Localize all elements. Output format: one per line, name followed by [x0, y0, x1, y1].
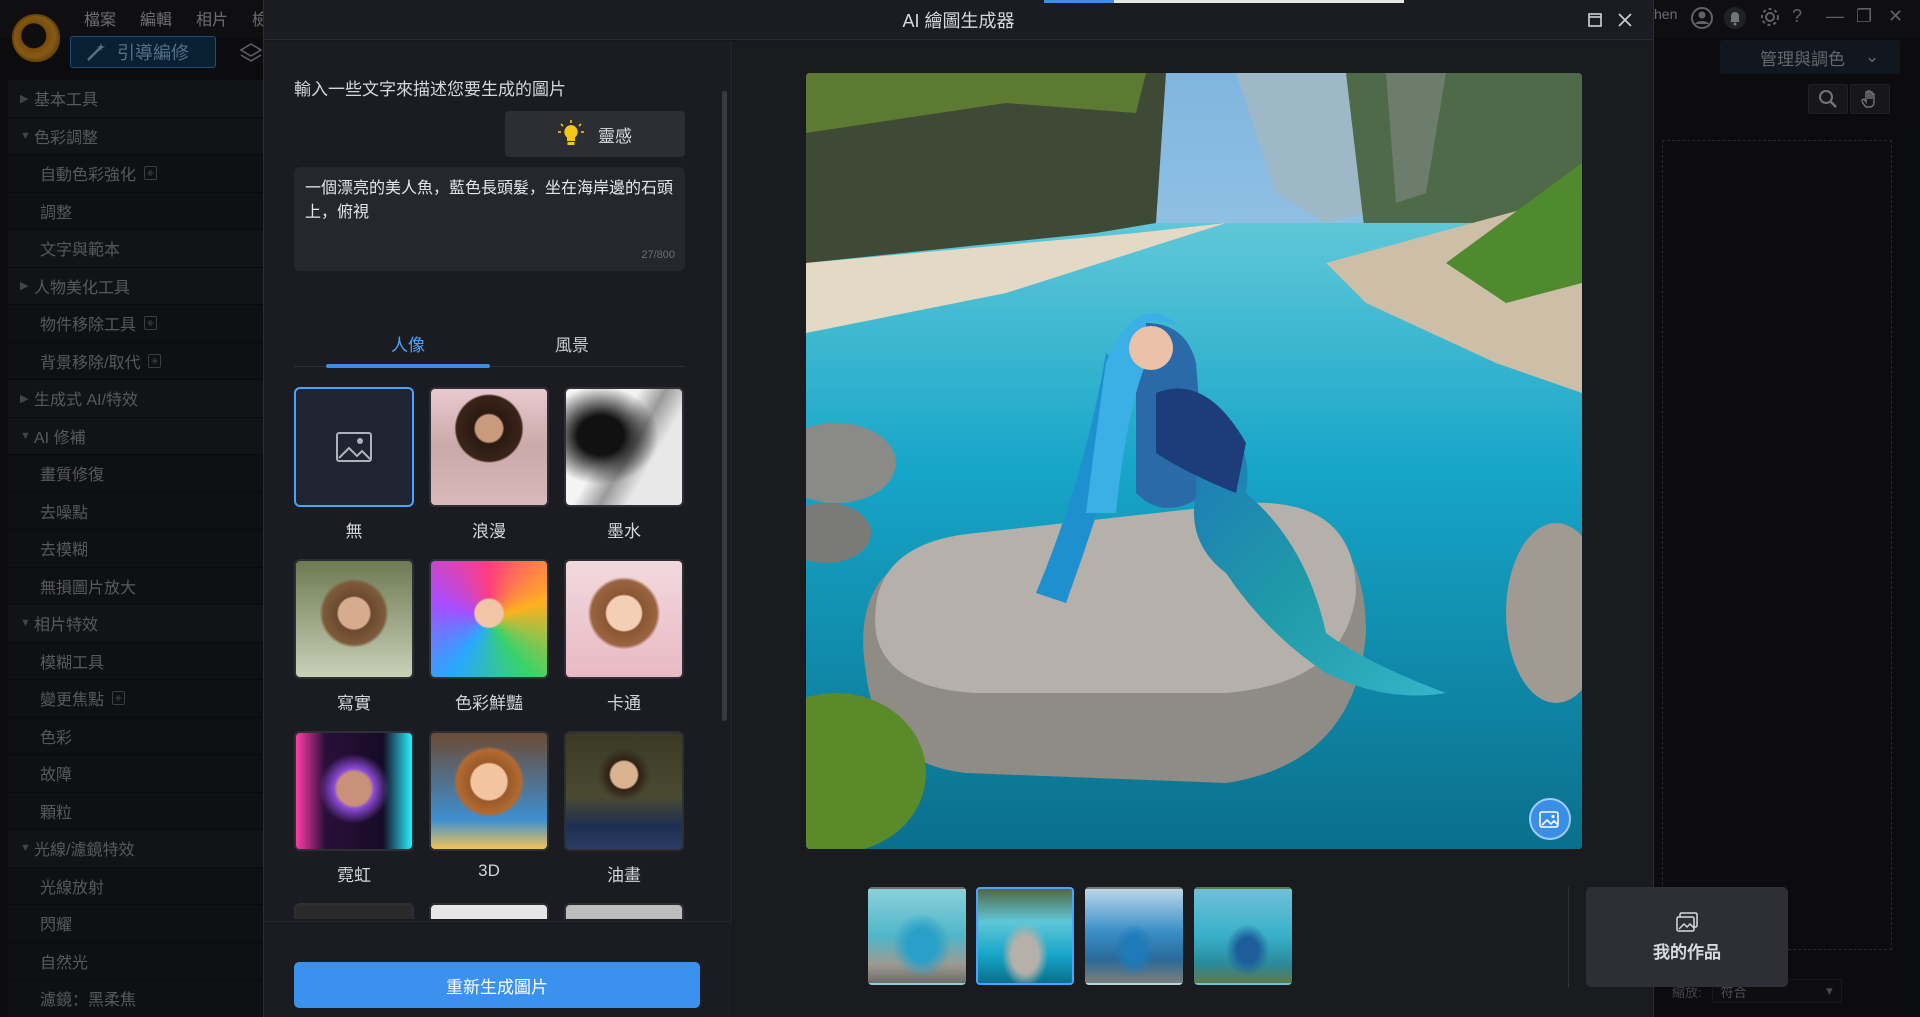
close-icon — [1618, 13, 1632, 27]
result-thumb-3[interactable] — [1085, 887, 1183, 985]
tab-portrait[interactable]: 人像 — [326, 319, 490, 368]
style-oil-painting[interactable]: 油畫 — [564, 731, 684, 886]
result-thumb-2[interactable] — [976, 887, 1074, 985]
regenerate-button[interactable]: 重新生成圖片 — [294, 962, 700, 1008]
style-cartoon[interactable]: 卡通 — [564, 559, 684, 714]
style-vivid[interactable]: 色彩鮮豔 — [429, 559, 549, 714]
inspiration-label: 靈感 — [598, 126, 632, 146]
image-options-button[interactable] — [1529, 798, 1571, 840]
style-label: 色彩鮮豔 — [455, 694, 523, 713]
style-grid: 無 浪漫 墨水 寫實 色彩鮮豔 卡通 霓虹 3D 油畫 — [294, 387, 690, 919]
style-none[interactable]: 無 — [294, 387, 414, 542]
prompt-label: 輸入一些文字來描述您要生成的圖片 — [294, 80, 566, 99]
style-more-2[interactable] — [429, 903, 549, 919]
inspiration-button[interactable]: 靈感 — [505, 111, 685, 157]
style-label: 寫實 — [337, 694, 371, 713]
lightbulb-icon — [558, 120, 584, 145]
dialog-title: AI 繪圖生成器 — [264, 0, 1653, 40]
maximize-button[interactable] — [1584, 9, 1606, 31]
style-category-tabs: 人像 風景 — [294, 319, 685, 368]
prompt-text: 一個漂亮的美人魚，藍色長頭髮，坐在海岸邊的石頭上，俯視 — [305, 180, 674, 221]
result-thumb-4[interactable] — [1194, 887, 1292, 985]
thumb-divider — [1568, 887, 1569, 987]
style-label: 3D — [478, 861, 500, 880]
mermaid-scene — [806, 73, 1582, 849]
result-thumb-1[interactable] — [868, 887, 966, 985]
style-more-1[interactable] — [294, 903, 414, 919]
style-label: 浪漫 — [472, 522, 506, 541]
image-placeholder-icon — [336, 432, 372, 462]
style-vivid-thumb — [429, 559, 549, 679]
style-scrollbar[interactable] — [722, 91, 727, 721]
loading-indicator — [1044, 0, 1404, 3]
generated-image — [806, 73, 1582, 849]
style-none-thumb — [294, 387, 414, 507]
style-more-thumb — [564, 903, 684, 919]
style-label: 油畫 — [607, 866, 641, 885]
style-neon-thumb — [294, 731, 414, 851]
style-3d[interactable]: 3D — [429, 731, 549, 881]
image-icon — [1539, 811, 1559, 828]
style-neon[interactable]: 霓虹 — [294, 731, 414, 886]
regenerate-footer: 重新生成圖片 — [264, 921, 732, 1017]
style-romantic-thumb — [429, 387, 549, 507]
style-cartoon-thumb — [564, 559, 684, 679]
tab-landscape[interactable]: 風景 — [490, 319, 654, 367]
style-label: 無 — [345, 522, 363, 541]
style-ink-thumb — [564, 387, 684, 507]
gallery-icon — [1676, 911, 1698, 932]
dialog-close-button[interactable] — [1614, 9, 1636, 31]
style-3d-thumb — [429, 731, 549, 851]
result-panel: 我的作品 — [733, 41, 1788, 1017]
my-works-label: 我的作品 — [1653, 942, 1721, 962]
style-label: 卡通 — [607, 694, 641, 713]
char-count: 27/800 — [641, 249, 675, 261]
style-oil-painting-thumb — [564, 731, 684, 851]
prompt-panel: 輸入一些文字來描述您要生成的圖片 靈感 一個漂亮的美人魚，藍色長頭髮，坐在海岸邊… — [264, 41, 732, 1017]
style-label: 霓虹 — [337, 866, 371, 885]
style-romantic[interactable]: 浪漫 — [429, 387, 549, 542]
style-ink[interactable]: 墨水 — [564, 387, 684, 542]
maximize-icon — [1588, 13, 1602, 27]
prompt-input[interactable]: 一個漂亮的美人魚，藍色長頭髮，坐在海岸邊的石頭上，俯視 27/800 — [294, 167, 685, 271]
my-works-button[interactable]: 我的作品 — [1586, 887, 1788, 987]
style-more-3[interactable] — [564, 903, 684, 919]
style-realistic-thumb — [294, 559, 414, 679]
style-realistic[interactable]: 寫實 — [294, 559, 414, 714]
style-more-thumb — [294, 903, 414, 919]
style-more-thumb — [429, 903, 549, 919]
ai-image-generator-dialog: AI 繪圖生成器 輸入一些文字來描述您要生成的圖片 靈感 一個漂亮的美人魚，藍色… — [263, 0, 1788, 1017]
style-label: 墨水 — [607, 522, 641, 541]
